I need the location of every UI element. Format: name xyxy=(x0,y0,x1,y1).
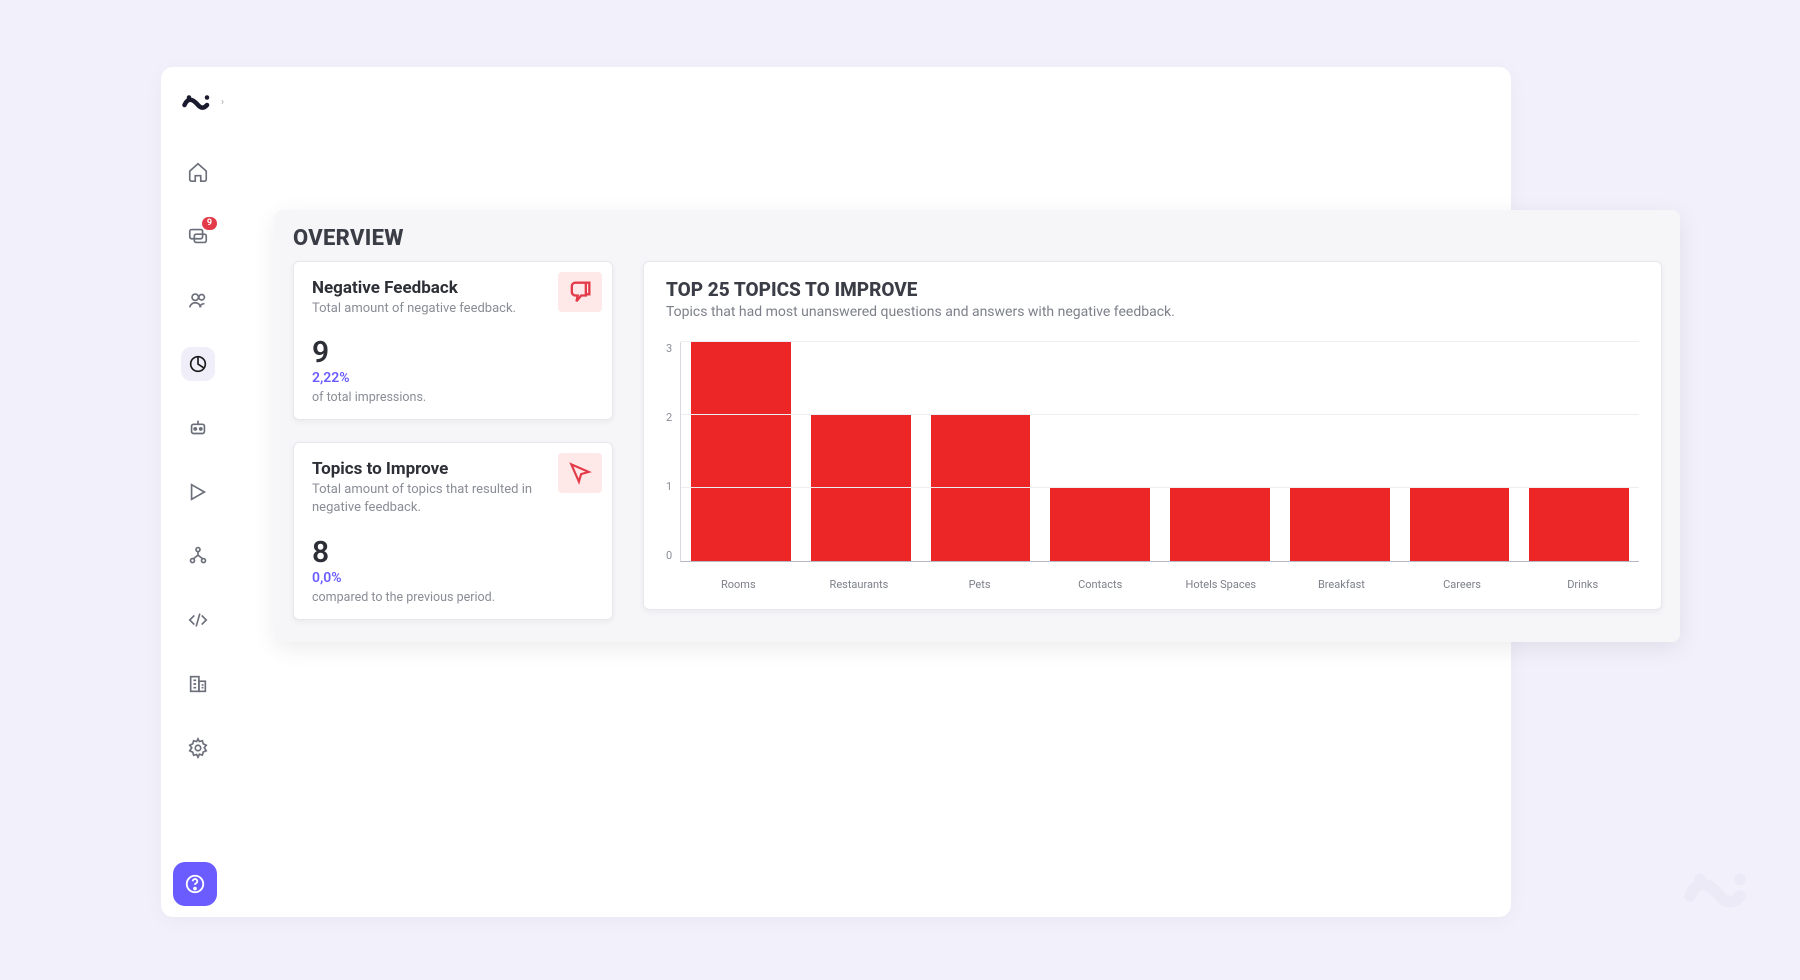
chart-x-label: Careers xyxy=(1412,578,1513,591)
background-watermark-logo xyxy=(1680,856,1760,940)
chart-x-labels: Rooms Restaurants Pets Contacts Hotels Space… xyxy=(666,578,1639,591)
nav-bot[interactable] xyxy=(181,411,215,445)
topics-improve-note: compared to the previous period. xyxy=(312,590,594,605)
overview-title: OVERVIEW xyxy=(293,226,1662,251)
chart-x-label: Rooms xyxy=(688,578,789,591)
thumbs-down-badge xyxy=(558,272,602,312)
chart-x-label: Hotels Spaces xyxy=(1171,578,1272,591)
nav-analytics[interactable] xyxy=(181,347,215,381)
cursor-arrow-icon xyxy=(567,460,593,486)
topics-improve-title: Topics to Improve xyxy=(312,459,594,479)
y-tick: 3 xyxy=(666,342,672,355)
thumbs-down-icon xyxy=(566,278,594,306)
chart-bar-column xyxy=(691,342,791,561)
negative-feedback-value: 9 xyxy=(312,338,594,368)
topics-improve-pct: 0,0% xyxy=(312,570,594,586)
chart-gridline xyxy=(681,341,1639,342)
chart-title: TOP 25 TOPICS TO IMPROVE xyxy=(666,278,1639,301)
nav-campaigns[interactable] xyxy=(181,475,215,509)
chart-subtitle: Topics that had most unanswered question… xyxy=(666,304,1639,320)
nav-settings[interactable] xyxy=(181,731,215,765)
negative-feedback-pct: 2,22% xyxy=(312,370,594,386)
chart-bar-column xyxy=(1170,342,1270,561)
negative-feedback-card[interactable]: Negative Feedback Total amount of negati… xyxy=(293,261,613,420)
negative-feedback-subtitle: Total amount of negative feedback. xyxy=(312,300,542,318)
nav-home[interactable] xyxy=(181,155,215,189)
cursor-badge xyxy=(558,453,602,493)
help-button[interactable] xyxy=(173,862,217,906)
sidebar: › 9 xyxy=(173,85,223,765)
chart-x-label: Pets xyxy=(929,578,1030,591)
robot-icon xyxy=(187,417,209,439)
chart-bars xyxy=(681,342,1639,561)
chart-bar[interactable] xyxy=(1290,488,1390,561)
brand-logo-icon xyxy=(1680,856,1760,936)
chart-bar[interactable] xyxy=(691,342,791,561)
brand-logo-icon xyxy=(180,87,216,123)
y-tick: 0 xyxy=(666,549,672,562)
y-tick: 2 xyxy=(666,411,672,424)
brand-logo[interactable]: › xyxy=(178,85,218,125)
chart-x-label: Breakfast xyxy=(1291,578,1392,591)
nav-users[interactable] xyxy=(181,283,215,317)
nav-chat[interactable]: 9 xyxy=(181,219,215,253)
nav-flows[interactable] xyxy=(181,539,215,573)
chart-bar[interactable] xyxy=(1170,488,1270,561)
y-tick: 1 xyxy=(666,480,672,493)
code-icon xyxy=(187,609,209,631)
chart-bar-column xyxy=(1410,342,1510,561)
users-icon xyxy=(187,289,209,311)
chart-bar[interactable] xyxy=(1410,488,1510,561)
chart-bar[interactable] xyxy=(1050,488,1150,561)
chart-x-label: Drinks xyxy=(1532,578,1633,591)
overview-panel: OVERVIEW Negative Feedback Total amount … xyxy=(275,210,1680,642)
negative-feedback-note: of total impressions. xyxy=(312,390,594,405)
negative-feedback-title: Negative Feedback xyxy=(312,278,594,298)
nav-code[interactable] xyxy=(181,603,215,637)
topics-improve-subtitle: Total amount of topics that resulted in … xyxy=(312,481,542,517)
chart-bar-column xyxy=(1529,342,1629,561)
chart-bar-column xyxy=(811,342,911,561)
chart-x-label: Contacts xyxy=(1050,578,1151,591)
gear-icon xyxy=(187,737,209,759)
chart-bar-column xyxy=(931,342,1031,561)
chart-plot xyxy=(680,342,1639,562)
flow-icon xyxy=(187,545,209,567)
chart-gridline xyxy=(681,414,1639,415)
chart-bar-column xyxy=(1050,342,1150,561)
chart-x-label: Restaurants xyxy=(809,578,910,591)
nav-org[interactable] xyxy=(181,667,215,701)
chart-gridline xyxy=(681,487,1639,488)
chart-area: 3 2 1 0 xyxy=(666,342,1639,572)
topics-improve-card[interactable]: Topics to Improve Total amount of topics… xyxy=(293,442,613,619)
building-icon xyxy=(187,673,209,695)
cursor-play-icon xyxy=(187,481,209,503)
chart-bar[interactable] xyxy=(1529,488,1629,561)
home-icon xyxy=(187,161,209,183)
chart-y-axis: 3 2 1 0 xyxy=(666,342,680,562)
topics-chart-card: TOP 25 TOPICS TO IMPROVE Topics that had… xyxy=(643,261,1662,610)
stat-cards-column: Negative Feedback Total amount of negati… xyxy=(293,261,613,620)
sidebar-expand-chevron-icon[interactable]: › xyxy=(221,97,224,108)
chart-bar-column xyxy=(1290,342,1390,561)
chat-badge: 9 xyxy=(202,217,217,230)
pie-chart-icon xyxy=(187,353,209,375)
help-icon xyxy=(184,873,206,895)
topics-improve-value: 8 xyxy=(312,538,594,568)
